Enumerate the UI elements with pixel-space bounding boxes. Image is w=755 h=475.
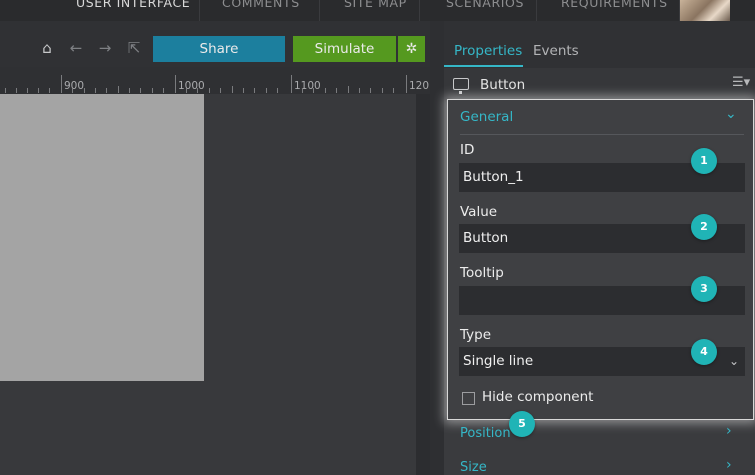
menu-icon[interactable]: ☰▾ (732, 75, 750, 90)
horizontal-ruler: 900 1000 1100 120 (0, 67, 430, 94)
section-position[interactable]: Position (460, 426, 511, 441)
artboard-page[interactable] (0, 94, 204, 381)
tooltip-label: Tooltip (460, 265, 504, 281)
tab-label: SITE MAP (344, 0, 407, 10)
tab-site-map[interactable]: SITE MAP (320, 0, 420, 21)
callout-badge-4: 4 (691, 339, 717, 365)
callout-badge-1: 1 (691, 148, 717, 174)
ruler-label: 120 (409, 80, 430, 92)
id-label: ID (460, 142, 475, 158)
ruler-label: 1100 (294, 80, 321, 92)
hide-component-checkbox[interactable] (462, 392, 475, 405)
chevron-down-icon: ⌄ (728, 354, 739, 368)
component-name: Button (480, 77, 526, 93)
home-icon[interactable]: ⌂ (38, 39, 56, 57)
user-avatar[interactable] (680, 0, 730, 21)
active-tab-indicator (444, 65, 523, 67)
callout-badge-5: 5 (509, 411, 535, 437)
canvas-scrollbar[interactable] (416, 94, 430, 475)
tab-label: USER INTERFACE (76, 0, 191, 10)
component-header: Button ☰▾ (444, 68, 755, 100)
tab-events[interactable]: Events (533, 43, 579, 59)
tab-comments[interactable]: COMMENTS (200, 0, 320, 21)
general-section: General ⌄ ID Button_1 Value Button Toolt… (447, 99, 754, 420)
chevron-right-icon[interactable]: › (726, 457, 732, 473)
panel-tabs: Properties Events (444, 21, 755, 68)
id-value: Button_1 (463, 169, 524, 185)
share-button[interactable]: Share (153, 36, 285, 62)
chevron-right-icon[interactable]: › (726, 423, 732, 439)
callout-badge-3: 3 (691, 276, 717, 302)
fit-to-screen-icon[interactable]: ⇱ (125, 39, 143, 57)
tab-properties[interactable]: Properties (454, 43, 522, 59)
callout-badge-2: 2 (691, 214, 717, 240)
type-label: Type (460, 327, 492, 343)
type-value: Single line (463, 353, 534, 369)
monitor-icon (453, 78, 469, 94)
top-navigation: USER INTERFACE COMMENTS SITE MAP SCENARI… (0, 0, 755, 21)
ruler-label: 900 (64, 80, 85, 92)
simulate-button[interactable]: Simulate (293, 36, 396, 62)
tab-requirements[interactable]: REQUIREMENTS (537, 0, 680, 21)
hide-component-label[interactable]: Hide component (482, 389, 593, 405)
section-size[interactable]: Size (460, 460, 487, 475)
tab-label: SCENARIOS (446, 0, 525, 10)
tab-label: REQUIREMENTS (561, 0, 668, 10)
value-label: Value (460, 204, 498, 220)
section-title[interactable]: General (460, 109, 513, 125)
tab-user-interface[interactable]: USER INTERFACE (38, 0, 200, 21)
back-arrow-icon[interactable]: ← (67, 39, 85, 57)
tab-scenarios[interactable]: SCENARIOS (420, 0, 537, 21)
ruler-label: 1000 (178, 80, 205, 92)
panel-splitter[interactable] (430, 21, 444, 475)
canvas-toolbar: ⌂ ← → ⇱ Share Simulate ✲ (0, 21, 430, 67)
forward-arrow-icon[interactable]: → (96, 39, 114, 57)
divider (460, 134, 744, 135)
chevron-down-icon[interactable]: ⌄ (725, 106, 737, 122)
tab-label: COMMENTS (222, 0, 300, 10)
value-value: Button (463, 230, 509, 246)
gear-icon[interactable]: ✲ (398, 36, 425, 62)
